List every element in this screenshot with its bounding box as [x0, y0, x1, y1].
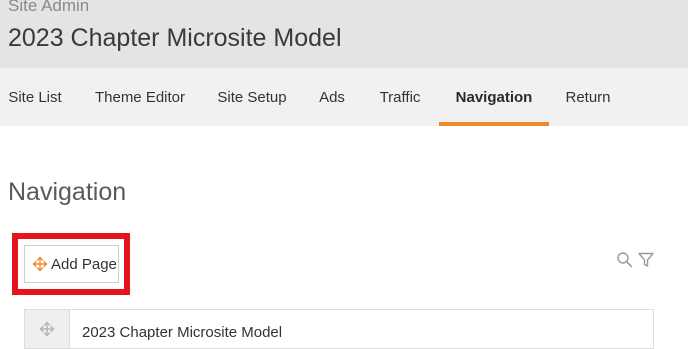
tab-bar: Site List Theme Editor Site Setup Ads Tr…	[0, 68, 688, 126]
list-item[interactable]: 2023 Chapter Microsite Model	[24, 309, 654, 349]
section-title: Navigation	[8, 178, 127, 206]
list-tools	[616, 251, 656, 269]
page-header: Site Admin 2023 Chapter Microsite Model	[0, 0, 688, 68]
tab-traffic[interactable]: Traffic	[368, 68, 432, 126]
move-arrows-icon	[32, 256, 48, 272]
tab-theme-editor[interactable]: Theme Editor	[84, 68, 196, 126]
drag-handle[interactable]	[25, 310, 70, 348]
search-icon[interactable]	[616, 251, 634, 269]
add-page-label: Add Page	[51, 255, 117, 273]
tab-navigation[interactable]: Navigation	[439, 68, 549, 126]
header-title: 2023 Chapter Microsite Model	[8, 24, 342, 52]
tab-return[interactable]: Return	[556, 68, 620, 126]
header-subtitle: Site Admin	[8, 0, 90, 15]
filter-icon[interactable]	[637, 251, 655, 269]
tab-site-setup[interactable]: Site Setup	[208, 68, 296, 126]
tab-ads[interactable]: Ads	[310, 68, 354, 126]
tab-site-list[interactable]: Site List	[0, 68, 70, 126]
list-item-label: 2023 Chapter Microsite Model	[82, 324, 283, 341]
add-page-button[interactable]: Add Page	[24, 245, 119, 283]
